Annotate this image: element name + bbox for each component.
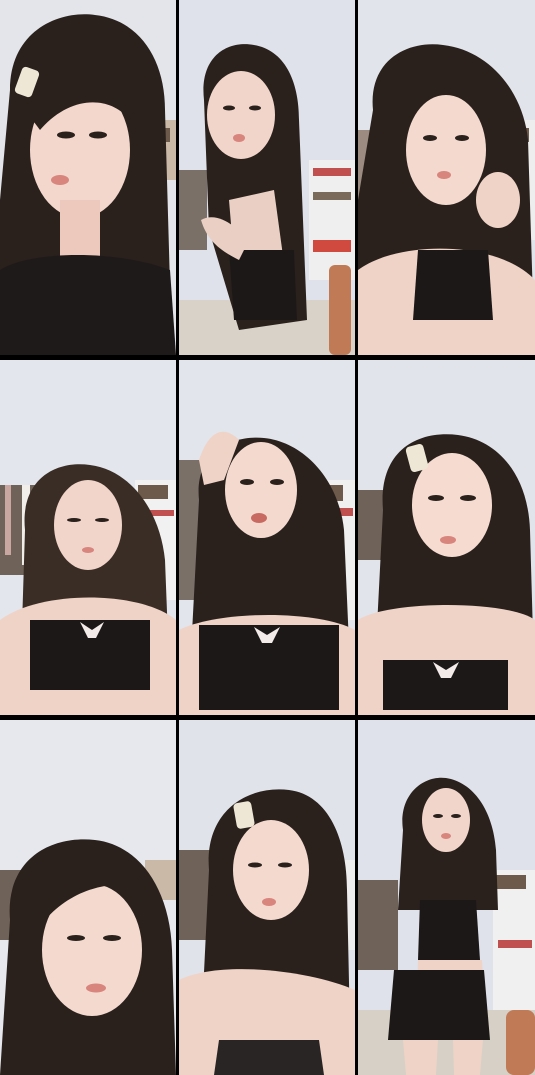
photo-image [179,360,355,715]
photo-image [358,0,535,355]
photo-tile [358,360,535,715]
photo-tile [358,720,535,1075]
photo-image [179,0,355,355]
photo-image [358,360,535,715]
photo-tile [0,0,176,355]
photo-tile [0,720,176,1075]
photo-tile [0,360,176,715]
photo-image [179,720,355,1075]
photo-image [358,720,535,1075]
photo-tile [358,0,535,355]
photo-tile [179,0,355,355]
photo-collage [0,0,535,1075]
photo-image [0,720,176,1075]
photo-tile [179,720,355,1075]
photo-image [0,360,176,715]
photo-tile [179,360,355,715]
photo-image [0,0,176,355]
